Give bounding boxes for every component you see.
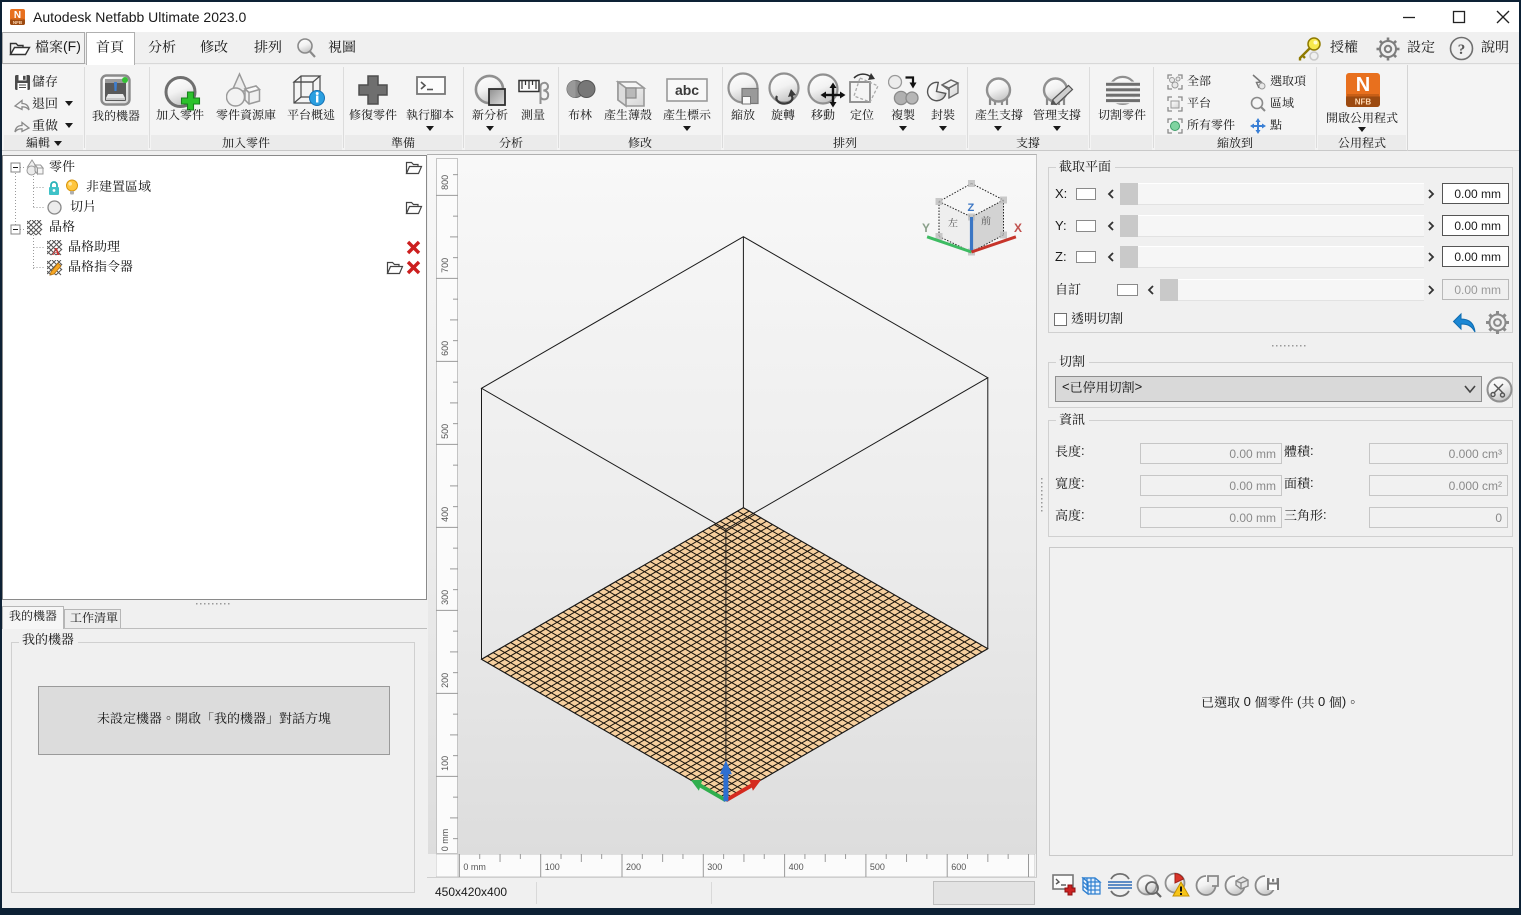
svg-text:(: ( — [1293, 694, 1302, 709]
svg-text:800: 800 — [440, 175, 450, 190]
svg-text:): ) — [1342, 694, 1346, 709]
svg-text:700: 700 — [440, 258, 450, 273]
svg-text:Z: Z — [968, 202, 975, 214]
svg-text:Y: Y — [922, 221, 930, 235]
svg-text:(F): (F) — [63, 38, 81, 54]
svg-text:100: 100 — [545, 862, 560, 872]
svg-text::: : — [1081, 443, 1085, 458]
svg-text:300: 300 — [440, 590, 450, 605]
svg-text:?: ? — [1458, 42, 1466, 58]
svg-text:A: A — [52, 246, 60, 256]
svg-text:400: 400 — [440, 507, 450, 522]
svg-text:100: 100 — [440, 756, 450, 771]
svg-text::: : — [1081, 507, 1085, 522]
svg-text:NFB: NFB — [1355, 98, 1372, 107]
svg-text:>: > — [1135, 379, 1143, 394]
svg-text:500: 500 — [440, 424, 450, 439]
svg-text:<: < — [1062, 379, 1070, 394]
svg-text:200: 200 — [440, 673, 450, 688]
svg-text:400: 400 — [789, 862, 804, 872]
svg-text:0: 0 — [1240, 694, 1254, 709]
svg-text::: : — [1310, 475, 1314, 490]
svg-text::: : — [1323, 507, 1327, 522]
svg-text:N: N — [1356, 74, 1370, 96]
svg-text:0 mm: 0 mm — [440, 829, 450, 852]
svg-text::: : — [1081, 475, 1085, 490]
svg-text:0: 0 — [1314, 694, 1328, 709]
svg-text:200: 200 — [626, 862, 641, 872]
svg-text:300: 300 — [707, 862, 722, 872]
svg-text:600: 600 — [440, 341, 450, 356]
svg-text:600: 600 — [951, 862, 966, 872]
svg-text:0 mm: 0 mm — [463, 862, 486, 872]
svg-text:NFB: NFB — [13, 20, 23, 25]
svg-text::: : — [1310, 443, 1314, 458]
svg-text:abc: abc — [675, 82, 699, 98]
svg-text:X: X — [1014, 221, 1022, 235]
svg-text:500: 500 — [870, 862, 885, 872]
